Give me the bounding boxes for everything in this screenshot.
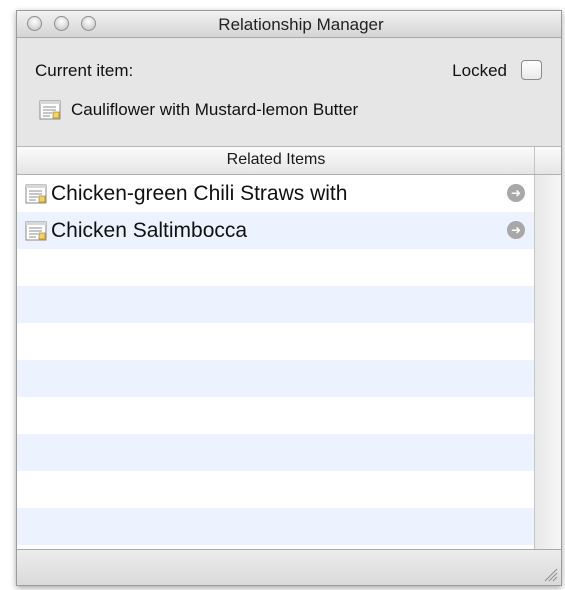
go-arrow-icon[interactable]: ➜ (507, 221, 525, 239)
window-title: Relationship Manager (218, 15, 384, 34)
list-item-label: Chicken Saltimbocca (51, 218, 248, 242)
relationship-manager-window: Relationship Manager Current item: Locke… (16, 10, 562, 586)
go-arrow-icon[interactable]: ➜ (507, 184, 525, 202)
locked-label: Locked (452, 61, 507, 80)
related-items-rows: Chicken-green Chili Straws with ➜ Chicke… (17, 175, 535, 550)
current-item-panel: Current item: Locked Cauliflower with Mu… (17, 38, 561, 146)
current-item[interactable]: Cauliflower with Mustard-lemon Butter (39, 100, 358, 120)
resize-grip-icon[interactable] (540, 564, 558, 582)
bottom-bar (17, 549, 561, 585)
document-icon (25, 221, 47, 241)
list-item-label: Chicken-green Chili Straws with (51, 181, 348, 205)
column-divider (534, 147, 535, 174)
list-item[interactable]: Chicken-green Chili Straws with ➜ (17, 175, 535, 212)
current-item-label: Current item: (35, 61, 134, 80)
related-items-header-label: Related Items (226, 151, 326, 168)
current-item-name: Cauliflower with Mustard-lemon Butter (71, 100, 359, 119)
title-bar[interactable]: Relationship Manager (17, 11, 561, 38)
vertical-scrollbar[interactable] (534, 175, 561, 550)
document-icon (39, 100, 61, 120)
locked-checkbox[interactable] (521, 60, 542, 80)
list-item[interactable]: Chicken Saltimbocca ➜ (17, 212, 535, 249)
related-items-column-header[interactable]: Related Items (17, 147, 561, 175)
related-items-list: Related Items Chicken-green Chili Straws… (17, 146, 561, 550)
document-icon (25, 184, 47, 204)
